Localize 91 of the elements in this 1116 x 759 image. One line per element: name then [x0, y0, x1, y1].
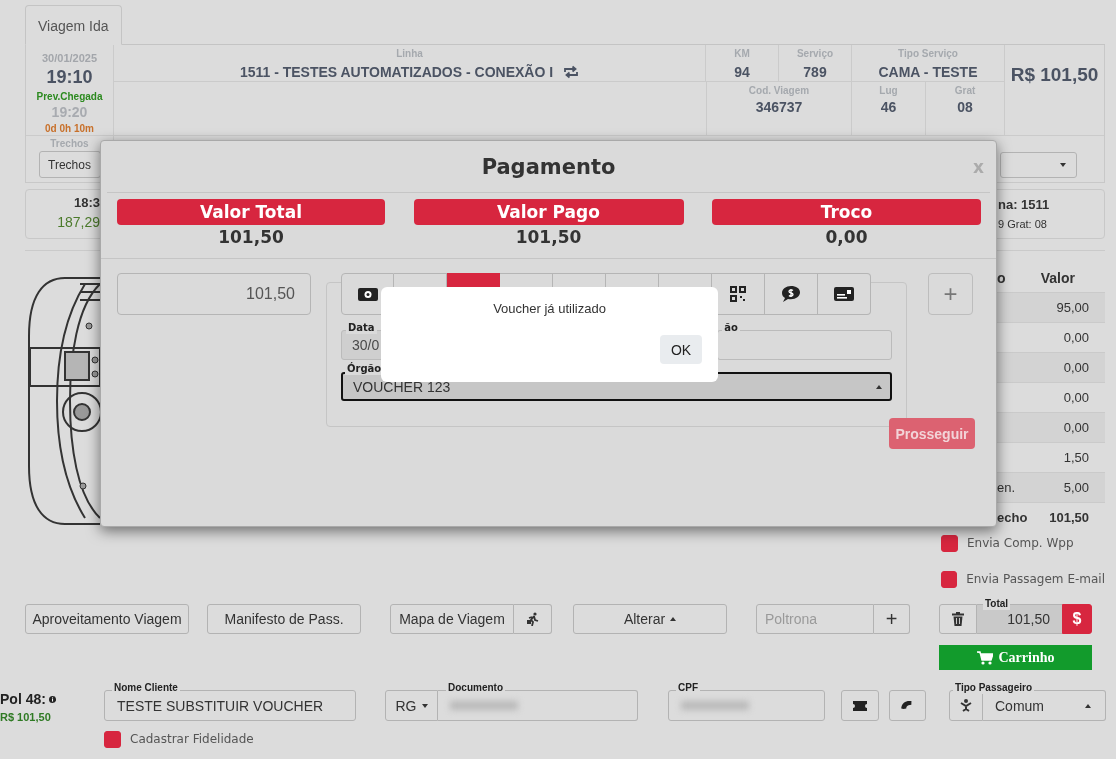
- total-header: Valor Pago: [413, 199, 684, 225]
- field-value: 789: [803, 64, 827, 80]
- table-cell-text: 0,00: [1063, 420, 1090, 435]
- speech-bubble-icon: [782, 286, 800, 302]
- ticket-icon: [852, 700, 868, 711]
- field-value: 08: [957, 99, 973, 115]
- payment-method-tab[interactable]: [712, 273, 765, 315]
- checkbox-label: Envia Comp. Wpp: [967, 536, 1074, 550]
- checkbox[interactable]: [941, 534, 958, 552]
- trip-date: 30/01/2025: [41, 52, 98, 64]
- run-button[interactable]: [514, 604, 552, 634]
- seat-price: R$ 101,50: [0, 711, 52, 723]
- caret-icon: [1060, 163, 1066, 167]
- cart-button[interactable]: Carrinho: [939, 645, 1092, 670]
- seat-field[interactable]: Poltrona: [756, 604, 874, 634]
- table-cell-text: 5,00: [1063, 480, 1090, 495]
- blurred-value: [681, 701, 749, 710]
- add-button[interactable]: +: [874, 604, 910, 634]
- departure-time: 19:10: [46, 67, 93, 88]
- alert-message: Voucher já utilizado: [492, 301, 607, 316]
- banknote-icon: [357, 287, 378, 301]
- dialog-title: Pagamento: [481, 154, 616, 179]
- cpf-field[interactable]: [668, 690, 825, 721]
- total-value: 101,50: [218, 227, 284, 247]
- field-label: Documento: [446, 682, 505, 694]
- qr-code-icon: [730, 286, 746, 302]
- ticket-button[interactable]: [841, 690, 879, 721]
- caret-icon: [670, 617, 677, 621]
- table-cell-text: 0,00: [1063, 360, 1090, 375]
- field-label: Total: [983, 598, 1011, 610]
- field-label: ão: [722, 322, 740, 334]
- ok-button[interactable]: OK: [660, 335, 702, 364]
- table-cell-text: 1,50: [1063, 450, 1090, 465]
- pay-button[interactable]: $: [1062, 604, 1092, 634]
- id-card-icon: [834, 287, 854, 301]
- checkbox[interactable]: [941, 570, 958, 588]
- document-field[interactable]: [438, 690, 638, 721]
- table-cell-text: 101,50: [1049, 510, 1090, 525]
- column-header: o: [997, 269, 1006, 286]
- action-button[interactable]: Alterar: [573, 604, 727, 634]
- caret-icon: [1085, 703, 1091, 708]
- repeat-icon: [563, 65, 580, 79]
- table-cell: echo: [997, 510, 1028, 525]
- field-value: 94: [734, 64, 750, 80]
- checkbox-label: Envia Passagem E-mail: [966, 572, 1105, 586]
- field-value: CAMA - TESTE: [878, 64, 978, 80]
- field-label: Tipo Passageiro: [953, 682, 1035, 694]
- table-cell-text: 0,00: [1063, 330, 1090, 345]
- total-header: Valor Total: [117, 199, 385, 225]
- summary-text: 9 Grat: 08: [998, 218, 1048, 230]
- trip-price: R$ 101,50: [1010, 64, 1099, 86]
- field-label: Nome Cliente: [112, 682, 180, 694]
- arrival-label: Prev.Chegada: [36, 91, 103, 102]
- trash-icon: [952, 612, 964, 626]
- action-button[interactable]: Mapa de Viagem: [390, 604, 514, 634]
- caret-icon: [876, 384, 882, 389]
- segments-button[interactable]: Trechos: [38, 151, 101, 178]
- checkbox-label: Cadastrar Fidelidade: [130, 732, 254, 746]
- payment-method-tab[interactable]: [765, 273, 818, 315]
- field-label: CPF: [676, 682, 700, 694]
- amount-field[interactable]: 101,50: [117, 273, 311, 315]
- total-value: 101,50: [515, 227, 582, 247]
- cart-icon: [976, 650, 993, 665]
- phone-button[interactable]: [889, 690, 926, 721]
- summary-text: na: 1511: [998, 197, 1051, 212]
- checkbox[interactable]: [104, 730, 121, 748]
- field-value: 1511 - TESTES AUTOMATIZADOS - CONEXÃO I: [239, 64, 554, 80]
- summary-text: 18:3: [72, 195, 100, 210]
- field-label: Data: [346, 322, 377, 334]
- document-type-button[interactable]: RG: [385, 690, 438, 721]
- field-label: Órgão: [345, 363, 384, 375]
- total-header: Troco: [712, 199, 981, 225]
- delete-button[interactable]: [939, 604, 977, 634]
- table-cell: en.: [997, 480, 1016, 495]
- trip-tab[interactable]: Viagem Ida: [25, 5, 122, 45]
- action-button[interactable]: Manifesto de Pass.: [207, 604, 361, 634]
- payment-method-tab[interactable]: [818, 273, 871, 315]
- column-header: Valor: [1040, 269, 1076, 286]
- total-value: 0,00: [825, 227, 868, 247]
- action-button[interactable]: Aproveitamento Viagem: [25, 604, 189, 634]
- summary-text: 187,29: [56, 214, 100, 230]
- field-value: 346737: [755, 99, 803, 115]
- person-icon: [960, 698, 972, 713]
- table-cell-text: 0,00: [1063, 390, 1090, 405]
- caret-icon: [421, 703, 428, 708]
- seat-label: Pol 48:: [0, 691, 46, 707]
- running-person-icon: [525, 612, 540, 626]
- field-value: 46: [880, 99, 897, 115]
- table-cell-text: 95,00: [1056, 300, 1090, 315]
- trip-duration: 0d 0h 10m: [45, 123, 94, 134]
- blurred-value: [450, 701, 518, 710]
